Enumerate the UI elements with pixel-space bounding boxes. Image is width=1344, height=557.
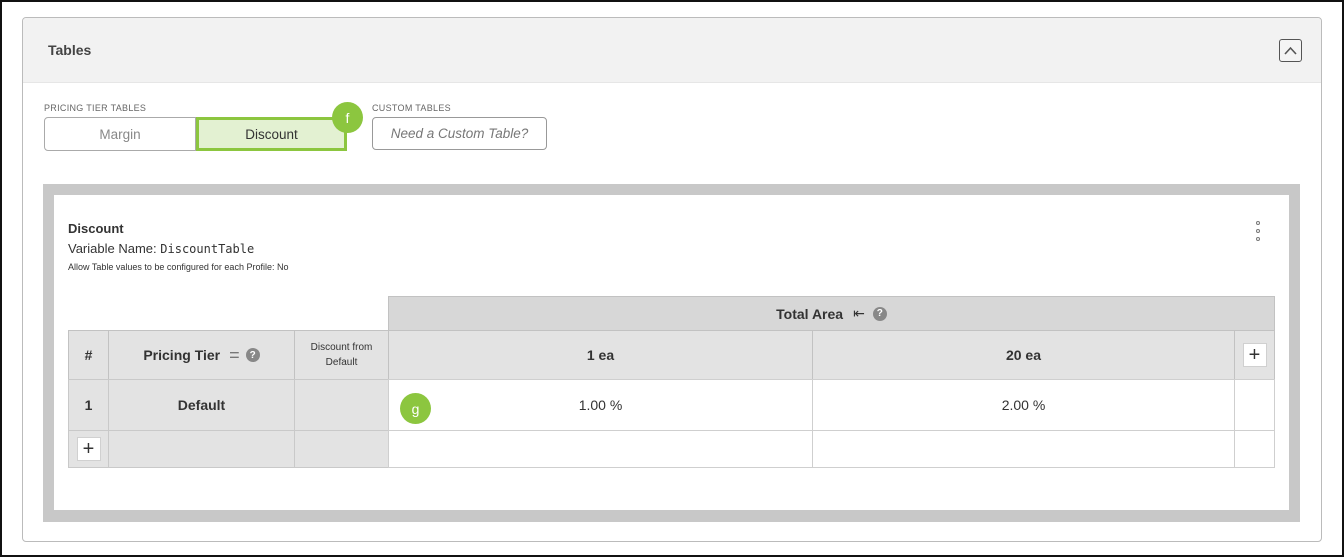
empty-cell: [108, 430, 295, 468]
callout-marker-g: g: [400, 393, 431, 424]
equals-icon[interactable]: =: [229, 345, 240, 366]
variable-name-label: Variable Name:: [68, 241, 157, 256]
custom-tables-label: CUSTOM TABLES: [372, 103, 451, 113]
variable-name-value: DiscountTable: [160, 242, 255, 256]
panel-title: Tables: [48, 42, 92, 58]
add-column-cell: +: [1234, 330, 1275, 380]
column-header-1-ea: 1 ea: [388, 330, 813, 380]
margin-tab[interactable]: Margin: [44, 117, 196, 151]
row-number: 1: [68, 379, 109, 431]
table-title: Discount: [68, 221, 124, 236]
discount-from-default-header: Discount from Default: [294, 330, 389, 380]
custom-table-button[interactable]: Need a Custom Table?: [372, 117, 547, 150]
empty-cell: [1234, 430, 1275, 468]
pricing-tier-label: Pricing Tier: [143, 347, 221, 363]
column-header-20-ea: 20 ea: [812, 330, 1235, 380]
help-icon[interactable]: ?: [872, 306, 887, 321]
help-icon[interactable]: ?: [245, 348, 260, 362]
more-options-icon[interactable]: [1253, 221, 1263, 241]
add-column-button[interactable]: +: [1242, 343, 1267, 367]
collapse-button[interactable]: [1279, 39, 1302, 62]
empty-cell: [388, 430, 813, 468]
discount-from-default-cell[interactable]: [294, 379, 389, 431]
chevron-up-icon: [1284, 46, 1297, 55]
pricing-tier-cell[interactable]: Default: [108, 379, 295, 431]
empty-cell: [1234, 379, 1275, 431]
pricing-tier-tables-label: PRICING TIER TABLES: [44, 103, 147, 113]
allow-profile-value: No: [276, 262, 289, 272]
variable-name: Variable Name: DiscountTable: [68, 241, 254, 256]
pricing-tier-column-header: Pricing Tier = ?: [108, 330, 295, 380]
add-row-cell: +: [68, 430, 109, 468]
table-card-frame: Discount Variable Name: DiscountTable Al…: [43, 184, 1300, 522]
table-card: Discount Variable Name: DiscountTable Al…: [54, 195, 1289, 510]
panel-header: Tables: [23, 18, 1321, 83]
add-row-button[interactable]: +: [76, 437, 101, 461]
num-column-header: #: [68, 330, 109, 380]
value-cell-20-ea[interactable]: 2.00 %: [812, 379, 1235, 431]
total-area-label: Total Area: [776, 305, 844, 322]
total-area-header: Total Area ⇤ ?: [388, 296, 1275, 331]
empty-cell: [812, 430, 1235, 468]
arrow-left-bar-icon[interactable]: ⇤: [853, 305, 865, 322]
allow-profile-config: Allow Table values to be configured for …: [68, 262, 289, 272]
value-cell-1-ea[interactable]: 1.00 %: [388, 379, 813, 431]
discount-tab[interactable]: Discount: [196, 117, 347, 151]
allow-profile-label: Allow Table values to be configured for …: [68, 262, 275, 272]
empty-cell: [294, 430, 389, 468]
callout-marker-f: f: [332, 102, 363, 133]
pricing-tier-segmented-control: Margin Discount: [44, 117, 347, 151]
tables-panel: Tables PRICING TIER TABLES Margin Discou…: [22, 17, 1322, 542]
